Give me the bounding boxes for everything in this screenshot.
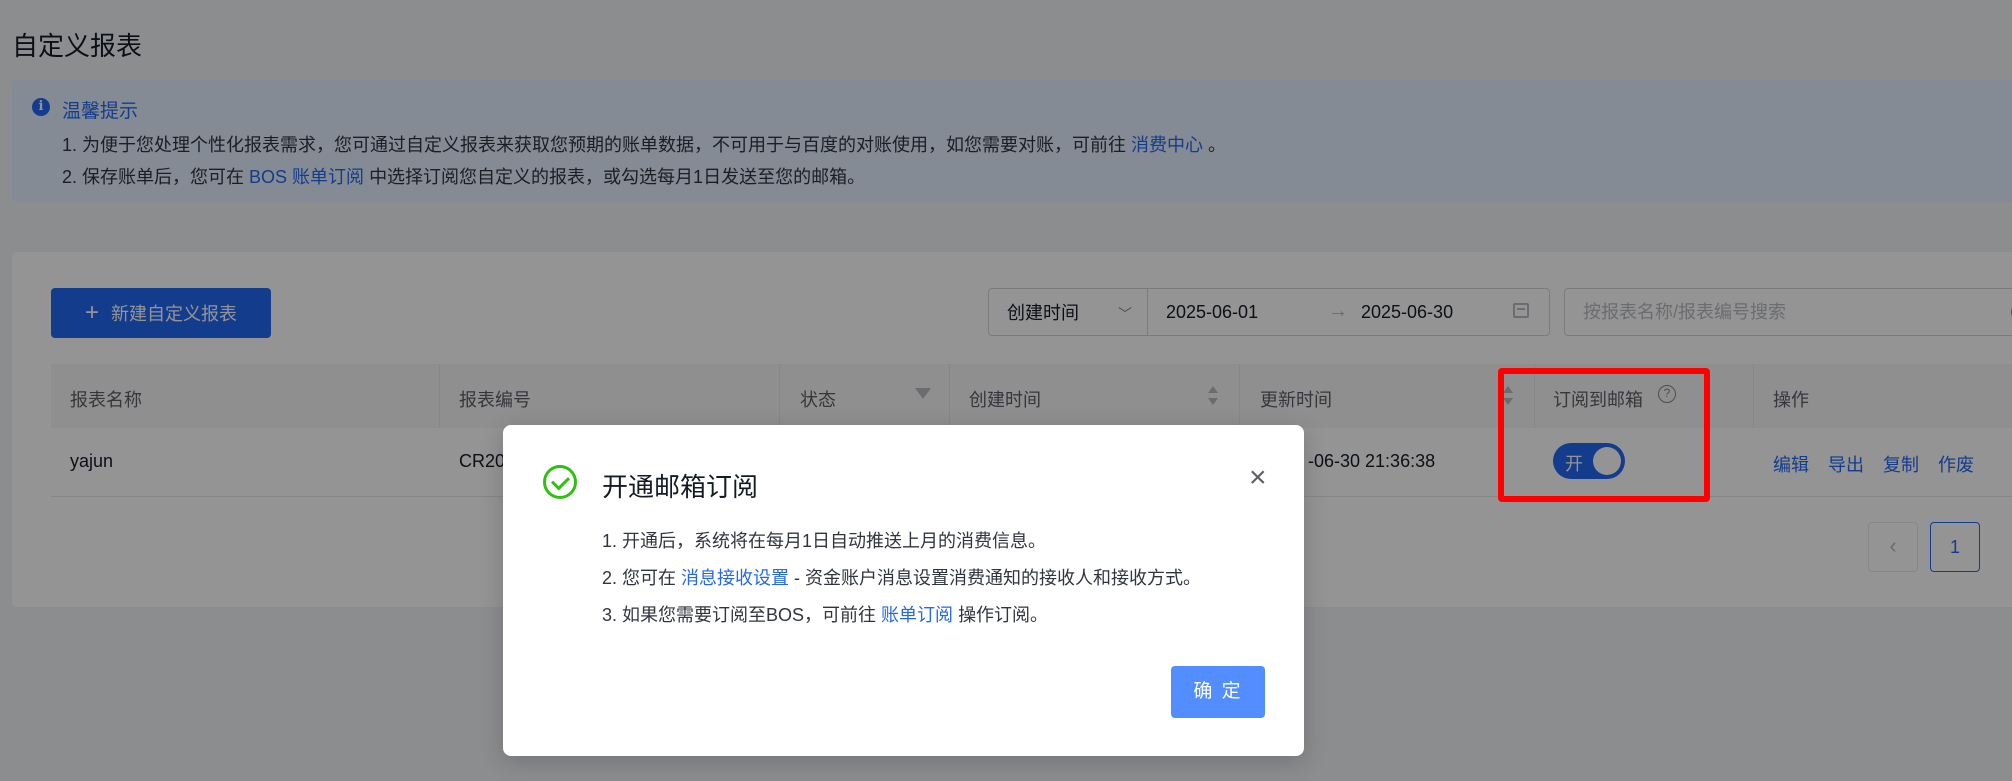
dialog-line-3: 3. 如果您需要订阅至BOS，可前往 账单订阅 操作订阅。 (602, 601, 1048, 627)
dialog-line-2: 2. 您可在 消息接收设置 - 资金账户消息设置消费通知的接收人和接收方式。 (602, 564, 1201, 590)
dialog-line-2-text: 2. 您可在 (602, 568, 677, 588)
dialog-line-2-suffix: - 资金账户消息设置消费通知的接收人和接收方式。 (794, 568, 1202, 588)
dialog-title: 开通邮箱订阅 (602, 472, 759, 502)
confirm-button[interactable]: 确 定 (1171, 666, 1265, 718)
message-settings-link[interactable]: 消息接收设置 (681, 568, 789, 588)
check-circle-icon (543, 465, 577, 499)
subscribe-dialog: 开通邮箱订阅 × 1. 开通后，系统将在每月1日自动推送上月的消费信息。 2. … (503, 425, 1304, 756)
dialog-line-3-suffix: 操作订阅。 (958, 605, 1049, 625)
close-icon[interactable]: × (1249, 463, 1267, 493)
dialog-line-1: 1. 开通后，系统将在每月1日自动推送上月的消费信息。 (602, 531, 1047, 551)
bill-subscription-link[interactable]: 账单订阅 (881, 605, 953, 625)
dialog-line-3-text: 3. 如果您需要订阅至BOS，可前往 (602, 605, 877, 625)
